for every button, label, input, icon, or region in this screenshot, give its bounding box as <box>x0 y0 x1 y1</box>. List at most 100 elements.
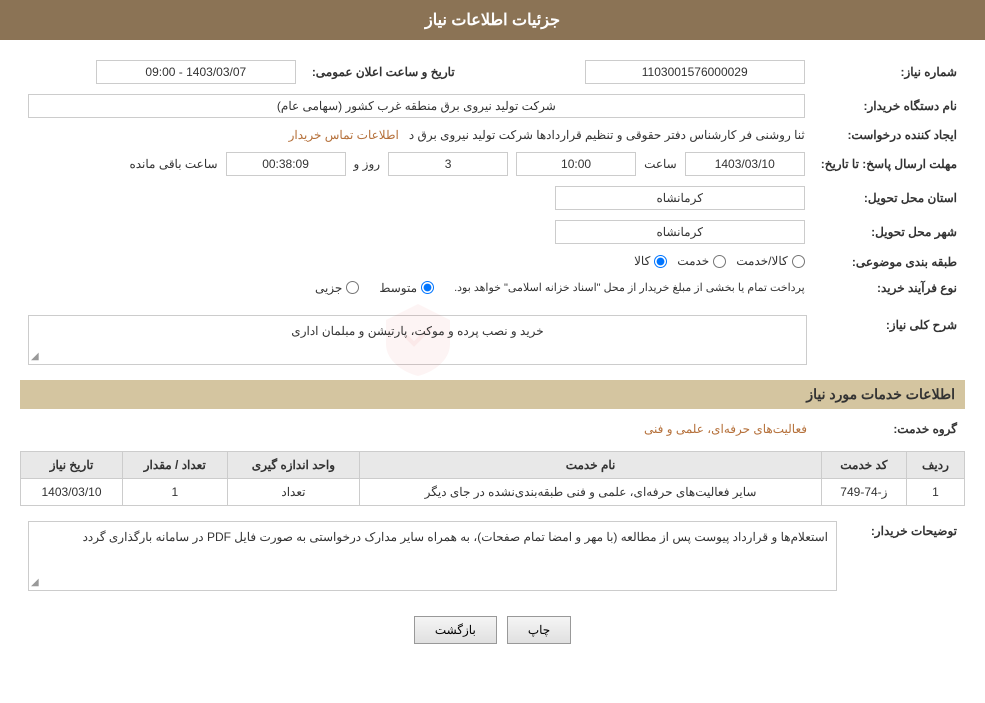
buyer-notes-row: توضیحات خریدار: استعلام‌ها و قرارداد پیو… <box>20 516 965 596</box>
city-input: کرمانشاه <box>555 220 805 244</box>
reply-deadline-cell: 1403/03/10 ساعت 10:00 3 روز و 00:38:09 س… <box>20 147 813 181</box>
category-label-kala-khedmat: کالا/خدمت <box>736 254 787 268</box>
service-group-row: گروه خدمت: فعالیت‌های حرفه‌ای، علمی و فن… <box>20 417 965 441</box>
reply-time-input: 10:00 <box>516 152 636 176</box>
cell-date: 1403/03/10 <box>21 478 123 505</box>
col-header-name: نام خدمت <box>360 451 822 478</box>
resize-handle[interactable]: ◢ <box>31 351 39 362</box>
cell-row: 1 <box>906 478 964 505</box>
remaining-label: ساعت باقی مانده <box>129 157 217 171</box>
category-label-kala: کالا <box>634 254 650 268</box>
province-cell: کرمانشاه <box>20 181 813 215</box>
category-radio-kala-khedmat[interactable] <box>792 255 805 268</box>
col-header-qty: تعداد / مقدار <box>123 451 228 478</box>
general-desc-table: شرح کلی نیاز: خرید و نصب پرده و موکت، پا… <box>20 310 965 370</box>
print-button[interactable]: چاپ <box>507 616 571 644</box>
buyer-notes-resize[interactable]: ◢ <box>31 577 39 588</box>
watermark-shield-icon <box>378 300 458 380</box>
need-number-row: شماره نیاز: 1103001576000029 تاریخ و ساع… <box>20 55 965 89</box>
category-option-kala-khedmat: کالا/خدمت <box>736 254 804 268</box>
time-row: 1403/03/10 ساعت 10:00 3 روز و 00:38:09 س… <box>28 152 805 176</box>
category-label: طبقه بندی موضوعی: <box>813 249 965 276</box>
buyer-org-row: نام دستگاه خریدار: شرکت تولید نیروی برق … <box>20 89 965 123</box>
table-row: 1 ز-74-749 سایر فعالیت‌های حرفه‌ای، علمی… <box>21 478 965 505</box>
process-type-options: پرداخت تمام یا بخشی از مبلغ خریدار از مح… <box>28 281 805 295</box>
services-section-header: اطلاعات خدمات مورد نیاز <box>20 380 965 409</box>
process-type-row: نوع فرآیند خرید: پرداخت تمام یا بخشی از … <box>20 276 965 300</box>
service-group-label: گروه خدمت: <box>815 417 965 441</box>
province-row: استان محل تحویل: کرمانشاه <box>20 181 965 215</box>
reply-day-input: 3 <box>388 152 508 176</box>
announce-date-value: 1403/03/07 - 09:00 <box>20 55 304 89</box>
process-label-motavasset: متوسط <box>379 281 417 295</box>
buyer-notes-label: توضیحات خریدار: <box>845 516 965 596</box>
services-table-header-row: ردیف کد خدمت نام خدمت واحد اندازه گیری ت… <box>21 451 965 478</box>
page-container: جزئیات اطلاعات نیاز شماره نیاز: 11030015… <box>0 0 985 703</box>
cell-unit: تعداد <box>227 478 360 505</box>
services-table-body: 1 ز-74-749 سایر فعالیت‌های حرفه‌ای، علمی… <box>21 478 965 505</box>
reply-date-input: 1403/03/10 <box>685 152 805 176</box>
need-number-input: 1103001576000029 <box>585 60 805 84</box>
general-desc-row: شرح کلی نیاز: خرید و نصب پرده و موکت، پا… <box>20 310 965 370</box>
buyer-org-label: نام دستگاه خریدار: <box>813 89 965 123</box>
reply-time-label: ساعت <box>644 157 677 171</box>
page-header: جزئیات اطلاعات نیاز <box>0 0 985 40</box>
remaining-input: 00:38:09 <box>226 152 346 176</box>
buyer-notes-text: استعلام‌ها و قرارداد پیوست پس از مطالعه … <box>83 530 828 544</box>
category-radio-kala[interactable] <box>654 255 667 268</box>
cell-name: سایر فعالیت‌های حرفه‌ای، علمی و فنی طبقه… <box>360 478 822 505</box>
creator-row: ایجاد کننده درخواست: ثنا روشنی فر کارشنا… <box>20 123 965 147</box>
city-cell: کرمانشاه <box>20 215 813 249</box>
cell-code: ز-74-749 <box>821 478 906 505</box>
process-radio-jozi[interactable] <box>346 281 359 294</box>
process-radio-motavasset[interactable] <box>421 281 434 294</box>
services-table: ردیف کد خدمت نام خدمت واحد اندازه گیری ت… <box>20 451 965 506</box>
general-desc-cell: خرید و نصب پرده و موکت، پارتیشن و مبلمان… <box>20 310 815 370</box>
announce-date-label: تاریخ و ساعت اعلان عمومی: <box>304 55 463 89</box>
category-row: طبقه بندی موضوعی: کالا/خدمت خدمت <box>20 249 965 276</box>
service-group-cell: فعالیت‌های حرفه‌ای، علمی و فنی <box>20 417 815 441</box>
need-number-label: شماره نیاز: <box>813 55 965 89</box>
info-table: شماره نیاز: 1103001576000029 تاریخ و ساع… <box>20 55 965 300</box>
category-radio-khedmat[interactable] <box>713 255 726 268</box>
category-option-khedmat: خدمت <box>677 254 726 268</box>
main-content: شماره نیاز: 1103001576000029 تاریخ و ساع… <box>0 40 985 679</box>
creator-value: ثنا روشنی فر کارشناس دفتر حقوقی و تنظیم … <box>409 128 805 142</box>
general-desc-text: خرید و نصب پرده و موکت، پارتیشن و مبلمان… <box>291 324 543 338</box>
reply-deadline-label: مهلت ارسال پاسخ: تا تاریخ: <box>813 147 965 181</box>
reply-day-label: روز و <box>354 157 381 171</box>
col-header-unit: واحد اندازه گیری <box>227 451 360 478</box>
creator-contact-link[interactable]: اطلاعات تماس خریدار <box>289 128 399 142</box>
back-button[interactable]: بازگشت <box>414 616 497 644</box>
process-option-jozi: جزیی <box>315 281 359 295</box>
buyer-notes-table: توضیحات خریدار: استعلام‌ها و قرارداد پیو… <box>20 516 965 596</box>
process-label-jozi: جزیی <box>315 281 342 295</box>
process-note: پرداخت تمام یا بخشی از مبلغ خریدار از مح… <box>454 281 805 294</box>
general-desc-box: خرید و نصب پرده و موکت، پارتیشن و مبلمان… <box>28 315 807 365</box>
buyer-notes-cell: استعلام‌ها و قرارداد پیوست پس از مطالعه … <box>20 516 845 596</box>
buyer-org-value: شرکت تولید نیروی برق منطقه غرب کشور (سها… <box>20 89 813 123</box>
services-table-head: ردیف کد خدمت نام خدمت واحد اندازه گیری ت… <box>21 451 965 478</box>
service-group-table: گروه خدمت: فعالیت‌های حرفه‌ای، علمی و فن… <box>20 417 965 441</box>
process-option-motavasset: متوسط <box>379 281 434 295</box>
category-option-kala: کالا <box>634 254 667 268</box>
city-label: شهر محل تحویل: <box>813 215 965 249</box>
buyer-org-input: شرکت تولید نیروی برق منطقه غرب کشور (سها… <box>28 94 805 118</box>
creator-cell: ثنا روشنی فر کارشناس دفتر حقوقی و تنظیم … <box>20 123 813 147</box>
buyer-notes-box: استعلام‌ها و قرارداد پیوست پس از مطالعه … <box>28 521 837 591</box>
category-radio-group: کالا/خدمت خدمت کالا <box>634 254 805 268</box>
category-cell: کالا/خدمت خدمت کالا <box>20 249 813 276</box>
need-number-value: 1103001576000029 <box>503 55 813 89</box>
reply-deadline-row: مهلت ارسال پاسخ: تا تاریخ: 1403/03/10 سا… <box>20 147 965 181</box>
service-group-link[interactable]: فعالیت‌های حرفه‌ای، علمی و فنی <box>644 422 807 436</box>
province-input: کرمانشاه <box>555 186 805 210</box>
province-label: استان محل تحویل: <box>813 181 965 215</box>
col-header-date: تاریخ نیاز <box>21 451 123 478</box>
process-type-cell: پرداخت تمام یا بخشی از مبلغ خریدار از مح… <box>20 276 813 300</box>
cell-qty: 1 <box>123 478 228 505</box>
announce-date-input: 1403/03/07 - 09:00 <box>96 60 296 84</box>
button-row: چاپ بازگشت <box>20 616 965 644</box>
page-title: جزئیات اطلاعات نیاز <box>425 12 560 29</box>
process-type-label: نوع فرآیند خرید: <box>813 276 965 300</box>
category-label-khedmat: خدمت <box>677 254 709 268</box>
